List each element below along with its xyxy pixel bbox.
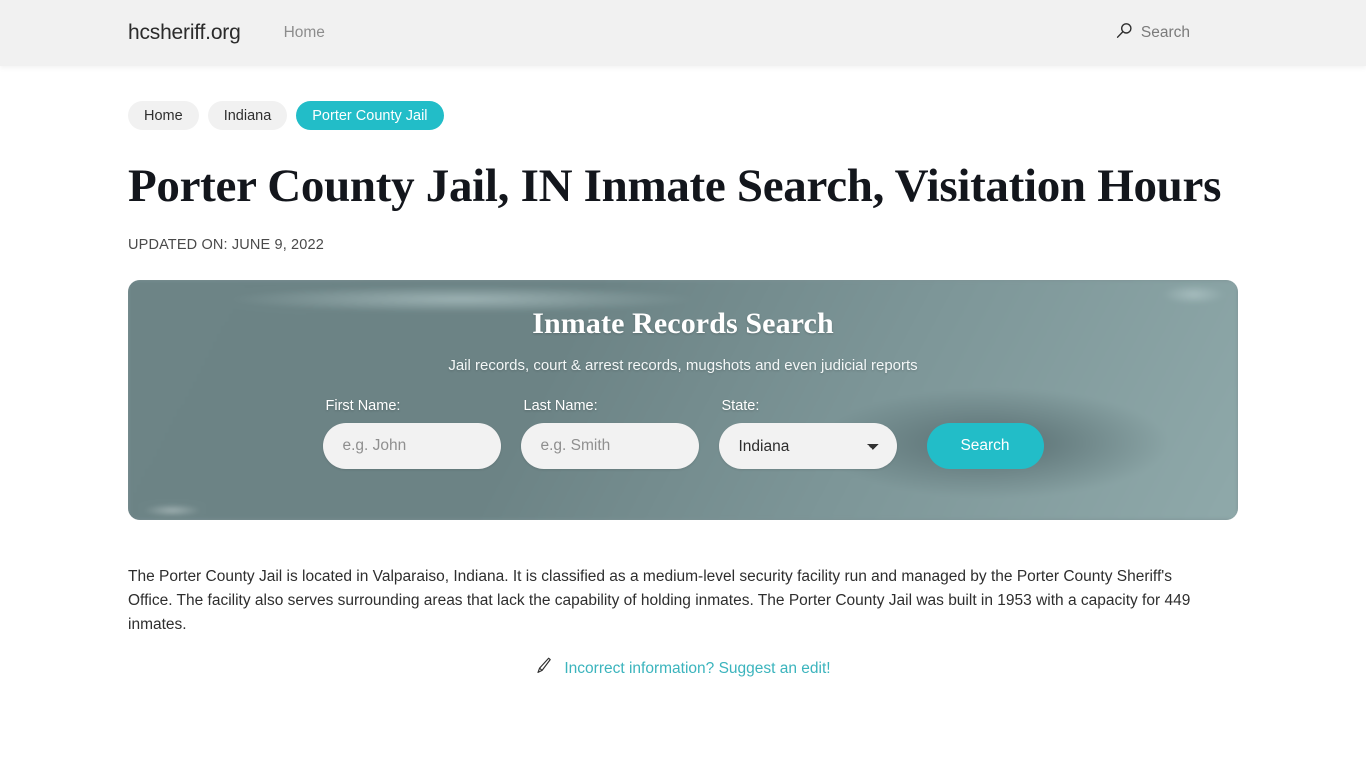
- breadcrumb-item-indiana[interactable]: Indiana: [207, 101, 288, 130]
- suggest-edit-link[interactable]: Incorrect information? Suggest an edit!: [564, 660, 830, 678]
- inmate-search-form: First Name: Last Name: State: Indiana Se…: [322, 398, 1044, 469]
- header-search[interactable]: Search: [1116, 22, 1190, 44]
- last-name-input[interactable]: [520, 423, 699, 469]
- nav-item-home[interactable]: Home: [284, 24, 325, 42]
- site-brand[interactable]: hcsheriff.org: [128, 21, 241, 45]
- suggest-edit-row: Incorrect information? Suggest an edit!: [128, 657, 1238, 680]
- search-submit-button[interactable]: Search: [926, 423, 1044, 469]
- search-card-title: Inmate Records Search: [532, 307, 834, 340]
- updated-on-text: UPDATED ON: JUNE 9, 2022: [128, 237, 324, 253]
- last-name-field-group: Last Name:: [520, 398, 699, 469]
- state-field-group: State: Indiana: [718, 398, 897, 469]
- search-icon: [1116, 22, 1133, 44]
- state-label: State:: [721, 398, 760, 414]
- site-header: hcsheriff.org Home Search: [0, 0, 1366, 66]
- pencil-icon: [535, 657, 553, 680]
- page-container: Home Indiana Porter County Jail Porter C…: [0, 66, 1366, 680]
- facility-description: The Porter County Jail is located in Val…: [128, 568, 1191, 633]
- search-card-subtitle: Jail records, court & arrest records, mu…: [448, 357, 918, 374]
- search-label: Search: [1140, 24, 1190, 41]
- first-name-label: First Name:: [325, 398, 401, 414]
- state-select[interactable]: Indiana: [718, 423, 897, 469]
- first-name-field-group: First Name:: [322, 398, 501, 469]
- breadcrumb: Home Indiana Porter County Jail: [128, 66, 1238, 130]
- first-name-input[interactable]: [322, 423, 501, 469]
- page-title: Porter County Jail, IN Inmate Search, Vi…: [128, 160, 1222, 212]
- last-name-label: Last Name:: [523, 398, 598, 414]
- breadcrumb-item-porter-county-jail[interactable]: Porter County Jail: [296, 101, 444, 130]
- breadcrumb-item-home[interactable]: Home: [128, 101, 199, 130]
- inmate-records-search-card: Inmate Records Search Jail records, cour…: [128, 280, 1238, 520]
